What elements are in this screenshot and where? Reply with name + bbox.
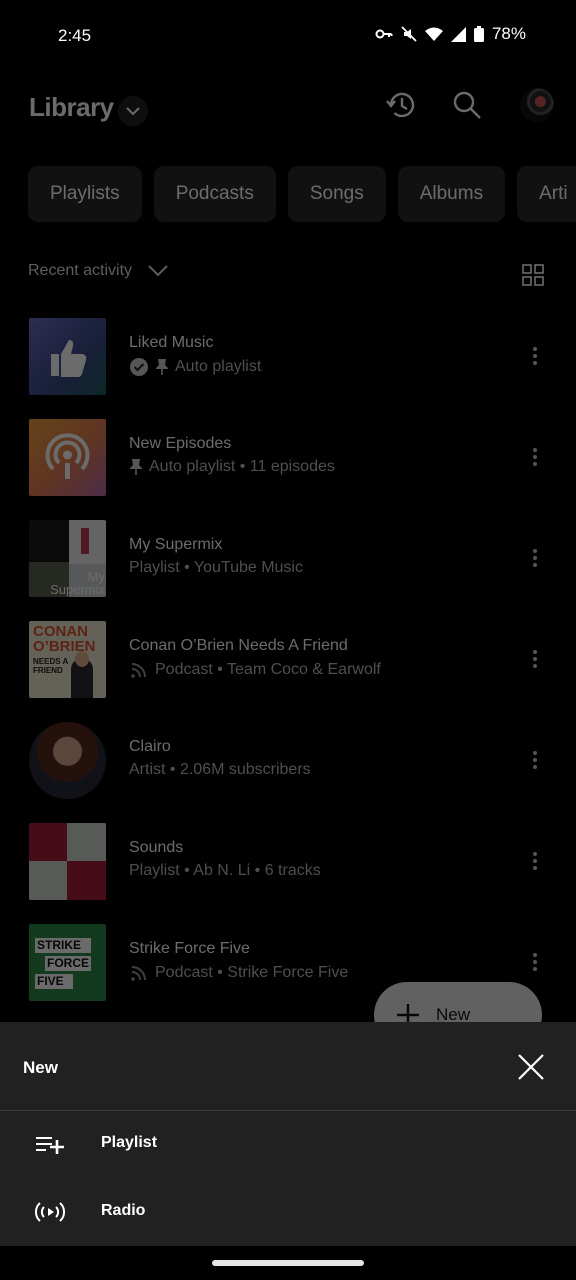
chip-artists[interactable]: Arti xyxy=(517,166,576,222)
strike-thumb-line-1: STRIKE xyxy=(35,938,91,953)
item-title: Sounds xyxy=(129,839,184,856)
grid-view-icon xyxy=(522,264,544,286)
new-fab-button[interactable]: New xyxy=(374,982,542,1022)
fab-label: New xyxy=(436,1005,471,1022)
search-button[interactable] xyxy=(452,90,482,125)
sort-label: Recent activity xyxy=(28,262,133,279)
more-options-button[interactable] xyxy=(526,445,544,469)
liked-music-thumbnail xyxy=(29,318,106,395)
list-item[interactable]: Sounds Playlist • Ab N. Li • 6 tracks xyxy=(0,821,576,922)
playlist-add-icon xyxy=(34,1132,64,1161)
podcast-icon xyxy=(45,433,90,479)
item-subtitle: Podcast • Team Coco & Earwolf xyxy=(155,661,381,678)
option-label-radio: Radio xyxy=(101,1202,146,1219)
more-options-button[interactable] xyxy=(526,546,544,570)
item-subtitle: Auto playlist xyxy=(175,358,262,375)
item-subtitle: Playlist • YouTube Music xyxy=(129,559,303,576)
search-icon xyxy=(453,91,481,119)
chip-podcasts[interactable]: Podcasts xyxy=(153,166,276,222)
close-button[interactable] xyxy=(516,1052,546,1087)
list-item[interactable]: My Supermix My Supermix Playlist • YouTu… xyxy=(0,518,576,619)
list-item[interactable]: CONAN O’BRIEN NEEDS A FRIEND Conan O’Bri… xyxy=(0,619,576,720)
conan-thumb-subtitle: NEEDS A FRIEND xyxy=(33,657,68,675)
new-episodes-thumbnail xyxy=(29,419,106,496)
chip-playlists[interactable]: Playlists xyxy=(28,166,142,222)
item-title: Clairo xyxy=(129,738,171,755)
create-radio-option[interactable]: Radio xyxy=(0,1180,576,1246)
chip-albums[interactable]: Albums xyxy=(397,166,506,222)
close-icon xyxy=(518,1054,544,1080)
item-subtitle: Podcast • Strike Force Five xyxy=(155,964,349,981)
thumbs-up-icon xyxy=(51,340,87,377)
conan-thumb-title: CONAN O’BRIEN xyxy=(33,623,96,655)
sort-dropdown[interactable]: Recent activity xyxy=(28,262,168,280)
more-options-button[interactable] xyxy=(526,748,544,772)
conan-thumbnail: CONAN O’BRIEN NEEDS A FRIEND xyxy=(29,621,106,698)
item-title: My Supermix xyxy=(129,536,223,553)
strike-force-five-thumbnail: STRIKE FORCE FIVE xyxy=(29,924,106,1001)
library-list: Liked Music Auto playlist New Episodes A… xyxy=(0,316,576,1022)
gesture-nav-bar xyxy=(0,1246,576,1280)
supermix-thumb-text: My Supermix xyxy=(50,569,105,597)
item-title: New Episodes xyxy=(129,435,232,452)
sounds-thumbnail xyxy=(29,823,106,900)
chevron-down-icon xyxy=(148,265,168,277)
option-label-playlist: Playlist xyxy=(101,1134,158,1151)
library-dropdown-button[interactable] xyxy=(118,96,148,126)
list-item[interactable]: Liked Music Auto playlist xyxy=(0,316,576,417)
chevron-down-icon xyxy=(126,106,140,115)
item-title: Conan O’Brien Needs A Friend xyxy=(129,637,348,654)
artist-avatar xyxy=(29,722,106,799)
supermix-thumbnail: My Supermix xyxy=(29,520,106,597)
history-button[interactable] xyxy=(384,88,418,127)
avatar[interactable] xyxy=(520,88,554,122)
strike-thumb-line-2: FORCE xyxy=(45,956,91,971)
history-icon xyxy=(386,92,415,118)
list-item[interactable]: New Episodes Auto playlist • 11 episodes xyxy=(0,417,576,518)
filter-chips: Playlists Podcasts Songs Albums Arti xyxy=(28,166,576,222)
check-icon xyxy=(130,358,148,376)
new-bottom-sheet: New Playlist Radio xyxy=(0,1022,576,1280)
page-title: Library xyxy=(29,92,114,122)
item-subtitle: Auto playlist • 11 episodes xyxy=(149,458,335,475)
create-playlist-option[interactable]: Playlist xyxy=(0,1112,576,1178)
pin-icon xyxy=(130,459,142,475)
radio-icon xyxy=(34,1200,66,1229)
item-subtitle: Playlist • Ab N. Li • 6 tracks xyxy=(129,862,321,879)
item-subtitle: Artist • 2.06M subscribers xyxy=(129,761,311,778)
more-options-button[interactable] xyxy=(526,344,544,368)
podcast-rss-icon xyxy=(131,663,146,678)
plus-icon xyxy=(397,1004,419,1022)
item-title: Strike Force Five xyxy=(129,940,250,957)
list-item[interactable]: Clairo Artist • 2.06M subscribers xyxy=(0,720,576,821)
more-options-button[interactable] xyxy=(526,647,544,671)
sheet-title: New xyxy=(23,1058,58,1077)
more-options-button[interactable] xyxy=(526,950,544,974)
strike-thumb-line-3: FIVE xyxy=(35,974,73,989)
sheet-divider xyxy=(0,1110,576,1111)
library-header: Library xyxy=(0,82,576,134)
home-gesture-handle[interactable] xyxy=(212,1260,364,1266)
chip-songs[interactable]: Songs xyxy=(287,166,386,222)
library-screen: Library Playlists Podcasts Songs Albums … xyxy=(0,0,576,1022)
grid-view-button[interactable] xyxy=(522,264,544,291)
podcast-rss-icon xyxy=(131,966,146,981)
more-options-button[interactable] xyxy=(526,849,544,873)
item-title: Liked Music xyxy=(129,334,214,351)
pin-icon xyxy=(156,359,168,375)
